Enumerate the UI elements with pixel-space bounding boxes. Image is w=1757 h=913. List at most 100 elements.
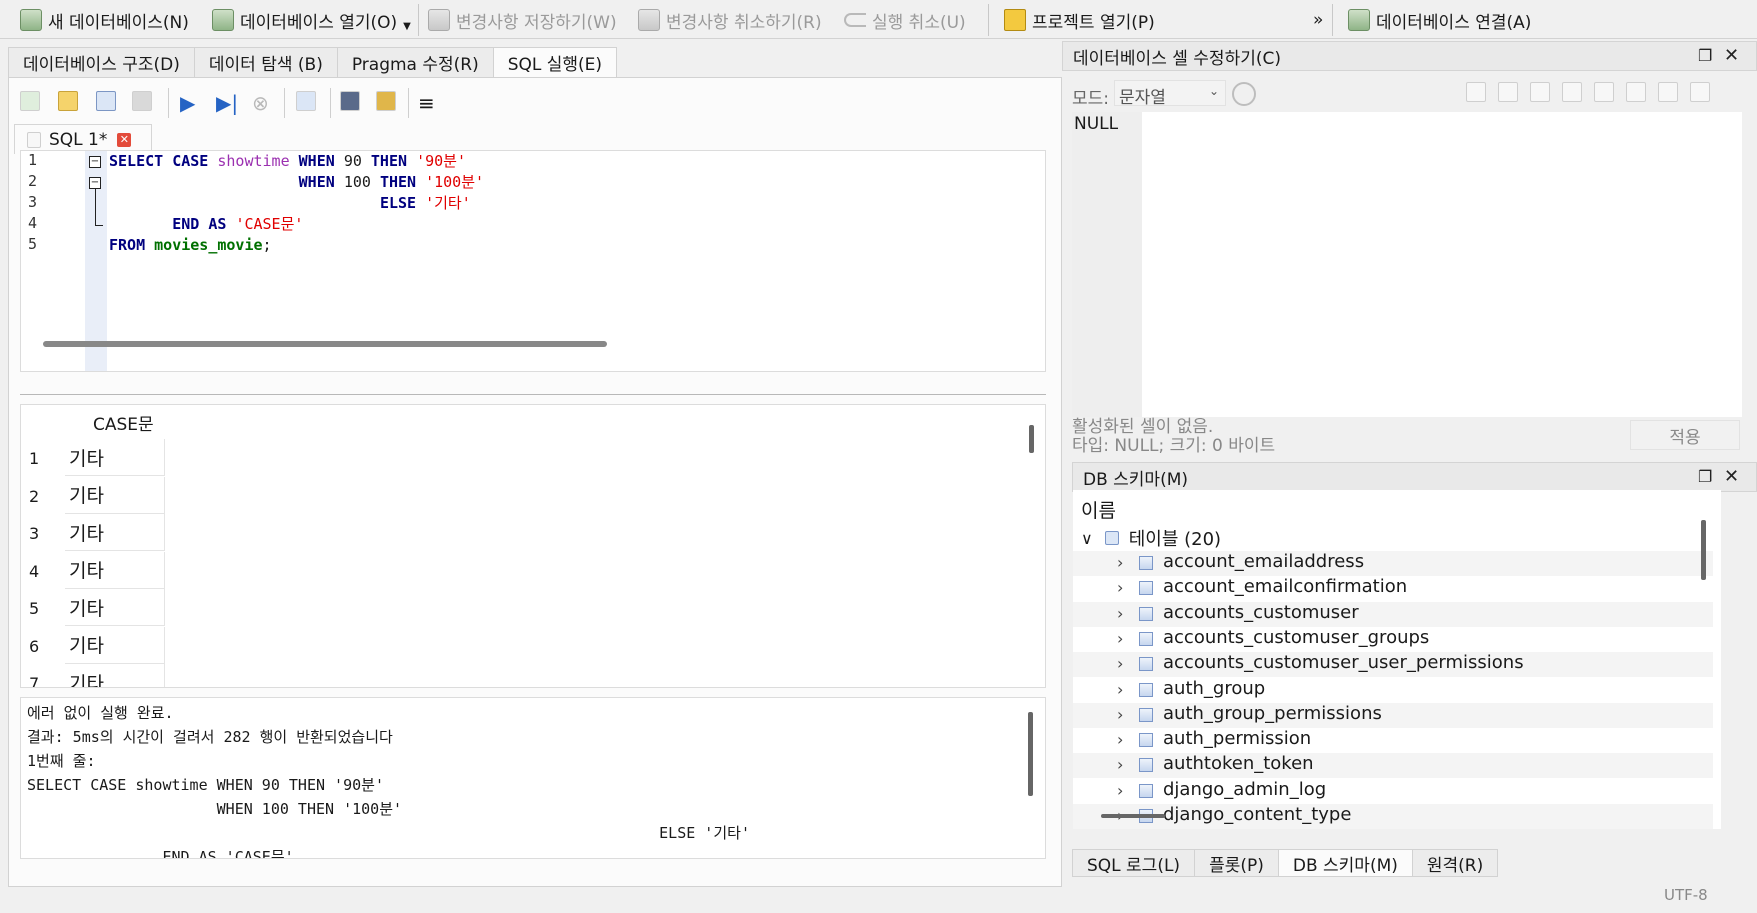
format-icon[interactable] bbox=[1498, 82, 1518, 102]
chevron-down-icon[interactable]: ∨ bbox=[1081, 529, 1093, 548]
toggle-icon[interactable] bbox=[1658, 82, 1678, 102]
float-panel-icon[interactable]: ❐ bbox=[1698, 46, 1712, 65]
chevron-right-icon[interactable]: › bbox=[1117, 553, 1123, 572]
chevron-right-icon[interactable]: › bbox=[1117, 730, 1123, 749]
table-cell[interactable]: 기타 bbox=[65, 514, 165, 551]
chevron-right-icon[interactable]: › bbox=[1117, 680, 1123, 699]
table-cell[interactable]: 기타 bbox=[65, 476, 165, 514]
tab-edit-pragmas[interactable]: Pragma 수정(R) bbox=[336, 47, 494, 77]
row-number[interactable]: 3 bbox=[29, 524, 39, 543]
chevron-right-icon[interactable]: › bbox=[1117, 755, 1123, 774]
schema-table-item[interactable]: › auth_group bbox=[1073, 678, 1713, 703]
close-panel-icon[interactable]: ✕ bbox=[1724, 45, 1739, 66]
table-cell[interactable]: 기타 bbox=[65, 439, 165, 476]
find-replace-button[interactable] bbox=[376, 91, 400, 115]
row-number[interactable]: 7 bbox=[29, 674, 39, 687]
close-panel-icon[interactable]: ✕ bbox=[1724, 466, 1739, 487]
stop-execution-button[interactable]: ⊗ bbox=[252, 91, 276, 115]
comment-lines-button[interactable]: ≡ bbox=[418, 91, 442, 115]
column-header[interactable]: CASE문 bbox=[65, 405, 165, 439]
apply-button[interactable]: 적용 bbox=[1630, 420, 1740, 450]
import-icon[interactable] bbox=[1466, 82, 1486, 102]
results-grid[interactable]: CASE문 1 기타 2 기타 3 기타 4 기타 5 기타 6 기타 7 기타 bbox=[20, 404, 1046, 688]
table-cell[interactable]: 기타 bbox=[65, 589, 165, 626]
open-tab-button[interactable] bbox=[20, 91, 44, 115]
row-number[interactable]: 5 bbox=[29, 599, 39, 618]
row-number[interactable]: 1 bbox=[29, 449, 39, 468]
table-row[interactable]: 1 기타 bbox=[21, 439, 165, 476]
chevron-right-icon[interactable]: › bbox=[1117, 705, 1123, 724]
table-row[interactable]: 7 기타 bbox=[21, 664, 165, 687]
schema-scrollbar[interactable] bbox=[1701, 520, 1706, 580]
table-row[interactable]: 3 기타 bbox=[21, 514, 165, 551]
tab-db-schema[interactable]: DB 스키마(M) bbox=[1277, 849, 1413, 877]
tables-node[interactable]: ∨ 테이블 (20) bbox=[1081, 525, 1221, 551]
tab-remote[interactable]: 원격(R) bbox=[1411, 849, 1499, 877]
schema-hscrollbar[interactable] bbox=[1101, 814, 1165, 818]
table-row[interactable]: 5 기타 bbox=[21, 589, 165, 626]
tab-sql-log[interactable]: SQL 로그(L) bbox=[1072, 849, 1196, 877]
schema-table-item[interactable]: › accounts_customuser bbox=[1073, 601, 1713, 627]
vertical-scrollbar[interactable] bbox=[1029, 425, 1034, 453]
save-sql-file-button[interactable] bbox=[96, 91, 120, 115]
table-row[interactable]: 6 기타 bbox=[21, 626, 165, 664]
schema-table-item[interactable]: › account_emailaddress bbox=[1073, 551, 1713, 576]
horizontal-scrollbar[interactable] bbox=[43, 341, 607, 347]
float-panel-icon[interactable]: ❐ bbox=[1698, 467, 1712, 486]
schema-table-item[interactable]: › django_admin_log bbox=[1073, 779, 1713, 804]
schema-table-item[interactable]: › auth_permission bbox=[1073, 728, 1713, 753]
undo-button[interactable]: 실행 취소(U) bbox=[844, 6, 966, 34]
revert-changes-button[interactable]: 변경사항 취소하기(R) bbox=[638, 6, 822, 34]
cell-value-editor[interactable] bbox=[1142, 112, 1742, 417]
print-button[interactable] bbox=[132, 91, 156, 115]
new-database-button[interactable]: 새 데이터베이스(N) bbox=[20, 6, 189, 34]
chevron-right-icon[interactable]: › bbox=[1117, 604, 1123, 623]
set-null-icon[interactable] bbox=[1626, 82, 1646, 102]
table-row[interactable]: 4 기타 bbox=[21, 551, 165, 589]
log-scrollbar[interactable] bbox=[1028, 712, 1033, 796]
schema-table-item[interactable]: › auth_group_permissions bbox=[1073, 702, 1713, 728]
row-number[interactable]: 6 bbox=[29, 637, 39, 656]
attach-database-button[interactable]: 데이터베이스 연결(A) bbox=[1348, 6, 1531, 34]
chevron-right-icon[interactable]: › bbox=[1117, 654, 1123, 673]
table-cell[interactable]: 기타 bbox=[65, 626, 165, 664]
table-cell[interactable]: 기타 bbox=[65, 551, 165, 589]
fold-toggle-icon[interactable]: − bbox=[89, 156, 101, 168]
schema-table-item[interactable]: ›django_content_type bbox=[1073, 804, 1713, 829]
execute-current-line-button[interactable]: ▶| bbox=[216, 91, 240, 115]
table-row[interactable]: 2 기타 bbox=[21, 476, 165, 514]
schema-table-item[interactable]: › accounts_customuser_user_permissions bbox=[1073, 652, 1713, 678]
execute-all-button[interactable]: ▶ bbox=[180, 91, 204, 115]
schema-name-header[interactable]: 이름 bbox=[1081, 496, 1116, 523]
save-changes-button[interactable]: 변경사항 저장하기(W) bbox=[428, 6, 617, 34]
toolbar-overflow-button[interactable]: » bbox=[1313, 6, 1323, 34]
find-button[interactable] bbox=[340, 91, 364, 115]
chevron-right-icon[interactable]: › bbox=[1117, 629, 1123, 648]
row-number[interactable]: 2 bbox=[29, 487, 39, 506]
cell-value[interactable]: NULL bbox=[1074, 114, 1118, 134]
tab-browse-data[interactable]: 데이터 탐색 (B) bbox=[193, 47, 338, 77]
mode-select[interactable]: 문자열 ⌄ bbox=[1114, 80, 1226, 108]
save-icon[interactable] bbox=[1562, 82, 1582, 102]
open-database-button[interactable]: 데이터베이스 열기(O) ▼ bbox=[212, 6, 411, 34]
auto-format-icon[interactable] bbox=[1232, 82, 1256, 106]
dropdown-arrow-icon[interactable]: ▼ bbox=[403, 21, 411, 32]
open-sql-file-button[interactable] bbox=[58, 91, 82, 115]
close-tab-icon[interactable]: ✕ bbox=[117, 132, 132, 147]
fold-toggle-icon[interactable]: − bbox=[89, 177, 101, 189]
print-icon[interactable] bbox=[1690, 82, 1710, 102]
schema-table-item[interactable]: › authtoken_token bbox=[1073, 753, 1713, 779]
schema-table-item[interactable]: › accounts_customuser_groups bbox=[1073, 627, 1713, 652]
table-cell[interactable]: 기타 bbox=[65, 664, 165, 687]
sql-editor[interactable]: 1 2 3 4 5 − − SELECT CASE showtime WHEN … bbox=[20, 150, 1046, 372]
open-project-button[interactable]: 프로젝트 열기(P) bbox=[1004, 6, 1155, 34]
schema-table-item[interactable]: › account_emailconfirmation bbox=[1073, 576, 1713, 601]
tab-execute-sql[interactable]: SQL 실행(E) bbox=[492, 47, 618, 77]
chevron-right-icon[interactable]: › bbox=[1117, 578, 1123, 597]
tab-plot[interactable]: 플롯(P) bbox=[1194, 849, 1279, 877]
schema-tree[interactable]: 이름 ∨ 테이블 (20) › account_emailaddress › accou… bbox=[1073, 490, 1721, 829]
chevron-right-icon[interactable]: › bbox=[1117, 781, 1123, 800]
image-icon[interactable] bbox=[1530, 82, 1550, 102]
save-results-button[interactable] bbox=[296, 91, 320, 115]
export-icon[interactable] bbox=[1594, 82, 1614, 102]
